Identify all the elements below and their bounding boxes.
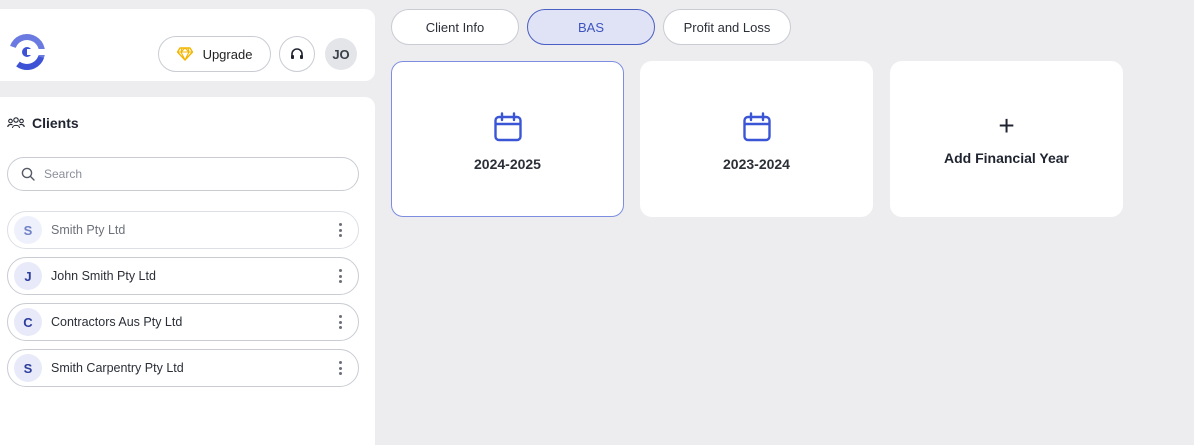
clients-panel: Clients S Smith Pty Ltd J John Smith Pty… xyxy=(0,97,375,445)
client-name: Contractors Aus Pty Ltd xyxy=(51,315,183,329)
calendar-icon xyxy=(742,112,771,142)
support-button[interactable] xyxy=(279,36,315,72)
client-initial-badge: S xyxy=(14,354,42,382)
app-root: Upgrade JO Clients Search S Smith Pty Lt… xyxy=(0,0,1194,445)
add-financial-year-card[interactable]: + Add Financial Year xyxy=(890,61,1123,217)
users-icon xyxy=(7,117,25,129)
search-box[interactable] xyxy=(7,157,359,191)
upgrade-label: Upgrade xyxy=(202,46,253,62)
more-options-icon[interactable] xyxy=(334,222,346,238)
financial-year-card[interactable]: 2023-2024 xyxy=(640,61,873,217)
plus-icon: + xyxy=(998,110,1015,141)
tab-profit-and-loss[interactable]: Profit and Loss xyxy=(663,9,791,45)
header-card: Upgrade JO xyxy=(0,9,375,81)
client-initial-badge: C xyxy=(14,308,42,336)
clients-header: Clients xyxy=(7,115,79,131)
financial-year-label: 2024-2025 xyxy=(474,156,541,172)
search-icon xyxy=(21,167,35,181)
more-options-icon[interactable] xyxy=(334,314,346,330)
client-item[interactable]: S Smith Carpentry Pty Ltd xyxy=(7,349,359,387)
client-item[interactable]: J John Smith Pty Ltd xyxy=(7,257,359,295)
brand-logo-icon[interactable] xyxy=(7,33,49,71)
search-input[interactable] xyxy=(44,167,324,181)
more-options-icon[interactable] xyxy=(334,268,346,284)
client-item[interactable]: S Smith Pty Ltd xyxy=(7,211,359,249)
upgrade-button[interactable]: Upgrade xyxy=(158,36,271,72)
client-item[interactable]: C Contractors Aus Pty Ltd xyxy=(7,303,359,341)
client-list: S Smith Pty Ltd J John Smith Pty Ltd C C… xyxy=(7,211,359,395)
client-initial-badge: S xyxy=(14,216,42,244)
tab-bas[interactable]: BAS xyxy=(527,9,655,45)
tab-client-info[interactable]: Client Info xyxy=(391,9,519,45)
client-name: Smith Carpentry Pty Ltd xyxy=(51,361,184,375)
client-name: John Smith Pty Ltd xyxy=(51,269,156,283)
more-options-icon[interactable] xyxy=(334,360,346,376)
financial-year-label: 2023-2024 xyxy=(723,156,790,172)
diamond-icon xyxy=(176,47,193,61)
clients-title: Clients xyxy=(32,115,79,131)
user-avatar[interactable]: JO xyxy=(325,38,357,70)
calendar-icon xyxy=(493,112,522,142)
client-initial-badge: J xyxy=(14,262,42,290)
client-name: Smith Pty Ltd xyxy=(51,223,126,237)
add-financial-year-label: Add Financial Year xyxy=(943,150,1069,166)
headset-icon xyxy=(291,48,303,59)
financial-year-card[interactable]: 2024-2025 xyxy=(391,61,624,217)
